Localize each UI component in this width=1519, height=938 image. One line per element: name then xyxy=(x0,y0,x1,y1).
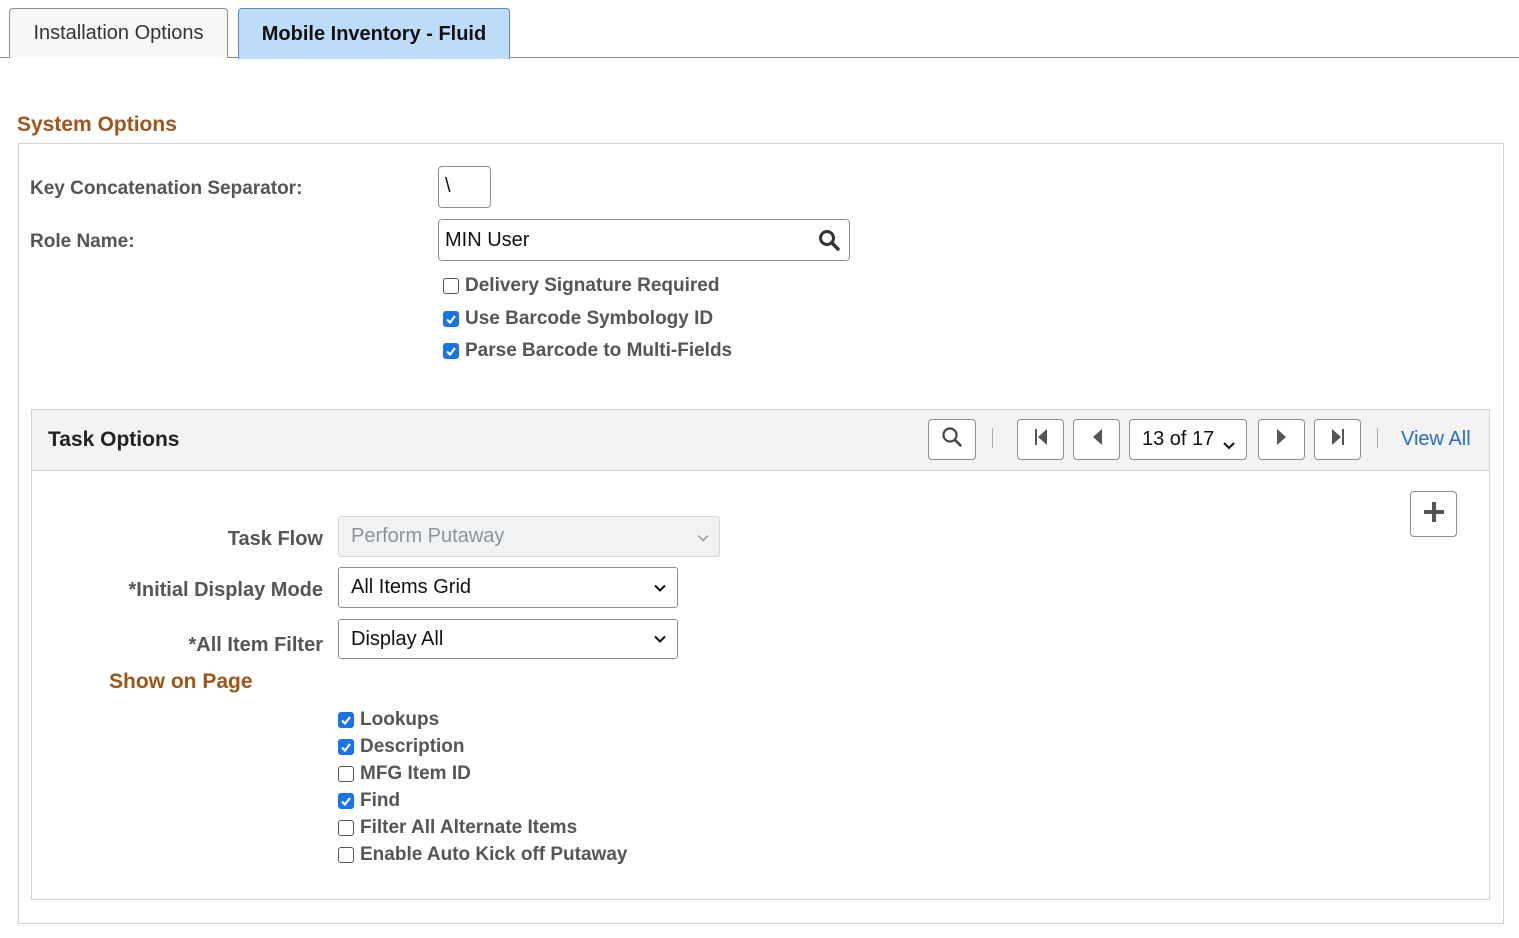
checkbox-checked-icon[interactable] xyxy=(338,793,354,809)
task-flow-label: Task Flow xyxy=(227,528,323,550)
enable-auto-kick-off-putaway-checkbox[interactable]: Enable Auto Kick off Putaway xyxy=(338,844,627,866)
key-separator-label: Key Concatenation Separator: xyxy=(30,178,303,199)
task-options-title: Task Options xyxy=(48,428,180,451)
row-pager-select[interactable]: 13 of 17 xyxy=(1129,419,1247,460)
tab-mobile-inventory-fluid[interactable]: Mobile Inventory - Fluid xyxy=(238,8,510,59)
checkbox-checked-icon[interactable] xyxy=(338,739,354,755)
checkbox-checked-icon[interactable] xyxy=(443,311,459,327)
delivery-signature-checkbox[interactable]: Delivery Signature Required xyxy=(443,275,719,297)
find-checkbox[interactable]: Find xyxy=(338,790,400,812)
tab-bar: Installation Options Mobile Inventory - … xyxy=(0,0,1519,59)
checkbox-label: Description xyxy=(360,736,465,757)
chevron-down-icon xyxy=(1222,434,1236,457)
tab-label: Mobile Inventory - Fluid xyxy=(261,22,487,45)
checkbox-unchecked-icon[interactable] xyxy=(338,847,354,863)
checkbox-label: MFG Item ID xyxy=(360,763,471,784)
initial-display-mode-value: All Items Grid xyxy=(351,576,472,598)
parse-barcode-checkbox[interactable]: Parse Barcode to Multi-Fields xyxy=(443,340,732,362)
key-separator-value: \ xyxy=(445,175,451,197)
checkbox-label: Parse Barcode to Multi-Fields xyxy=(465,340,733,361)
last-page-icon xyxy=(1330,428,1346,451)
pager-value: 13 of 17 xyxy=(1142,428,1215,450)
checkbox-checked-icon[interactable] xyxy=(443,343,459,359)
all-item-filter-label: *All Item Filter xyxy=(188,634,323,656)
role-name-lookup-search-icon[interactable] xyxy=(818,229,840,256)
initial-display-mode-select[interactable]: All Items Grid xyxy=(338,567,678,608)
role-name-input[interactable]: MIN User xyxy=(438,219,850,261)
show-on-page-title: Show on Page xyxy=(109,670,253,693)
separator xyxy=(992,428,993,448)
checkbox-label: Use Barcode Symbology ID xyxy=(465,308,714,329)
all-item-filter-select[interactable]: Display All xyxy=(338,619,678,659)
description-checkbox[interactable]: Description xyxy=(338,736,465,758)
first-row-button[interactable] xyxy=(1017,419,1064,460)
checkbox-label: Filter All Alternate Items xyxy=(360,817,578,838)
previous-row-button[interactable] xyxy=(1073,419,1120,460)
filter-all-alternate-items-checkbox[interactable]: Filter All Alternate Items xyxy=(338,817,577,839)
tab-installation-options[interactable]: Installation Options xyxy=(9,8,228,58)
lookups-checkbox[interactable]: Lookups xyxy=(338,709,439,731)
view-all-link[interactable]: View All xyxy=(1401,428,1471,451)
grid-search-button[interactable] xyxy=(928,419,976,460)
checkbox-checked-icon[interactable] xyxy=(338,712,354,728)
all-item-filter-value: Display All xyxy=(351,627,444,650)
role-name-value: MIN User xyxy=(445,228,530,251)
task-options-header: Task Options 13 of 17 View All xyxy=(32,410,1489,471)
mfg-item-id-checkbox[interactable]: MFG Item ID xyxy=(338,763,471,785)
task-flow-select: Perform Putaway xyxy=(338,516,720,557)
checkbox-label: Delivery Signature Required xyxy=(465,275,720,296)
role-name-label: Role Name: xyxy=(30,231,135,252)
use-barcode-symbology-checkbox[interactable]: Use Barcode Symbology ID xyxy=(443,308,713,330)
next-row-button[interactable] xyxy=(1258,419,1305,460)
checkbox-label: Enable Auto Kick off Putaway xyxy=(360,844,628,865)
task-flow-value: Perform Putaway xyxy=(351,525,505,547)
last-row-button[interactable] xyxy=(1314,419,1361,460)
key-separator-input[interactable]: \ xyxy=(438,166,491,208)
first-page-icon xyxy=(1033,428,1049,451)
add-row-button[interactable] xyxy=(1410,491,1457,537)
search-icon xyxy=(941,426,963,453)
checkbox-unchecked-icon[interactable] xyxy=(443,278,459,294)
separator xyxy=(1377,428,1378,448)
chevron-down-icon xyxy=(653,628,667,651)
plus-icon xyxy=(1423,501,1445,528)
checkbox-label: Lookups xyxy=(360,709,440,730)
checkbox-label: Find xyxy=(360,790,401,811)
tab-label: Installation Options xyxy=(33,22,204,44)
previous-icon xyxy=(1091,428,1103,451)
chevron-down-icon xyxy=(697,525,709,548)
next-icon xyxy=(1276,428,1288,451)
checkbox-unchecked-icon[interactable] xyxy=(338,820,354,836)
chevron-down-icon xyxy=(653,576,667,599)
checkbox-unchecked-icon[interactable] xyxy=(338,766,354,782)
initial-display-mode-label: *Initial Display Mode xyxy=(128,579,323,601)
system-options-title: System Options xyxy=(17,113,177,136)
